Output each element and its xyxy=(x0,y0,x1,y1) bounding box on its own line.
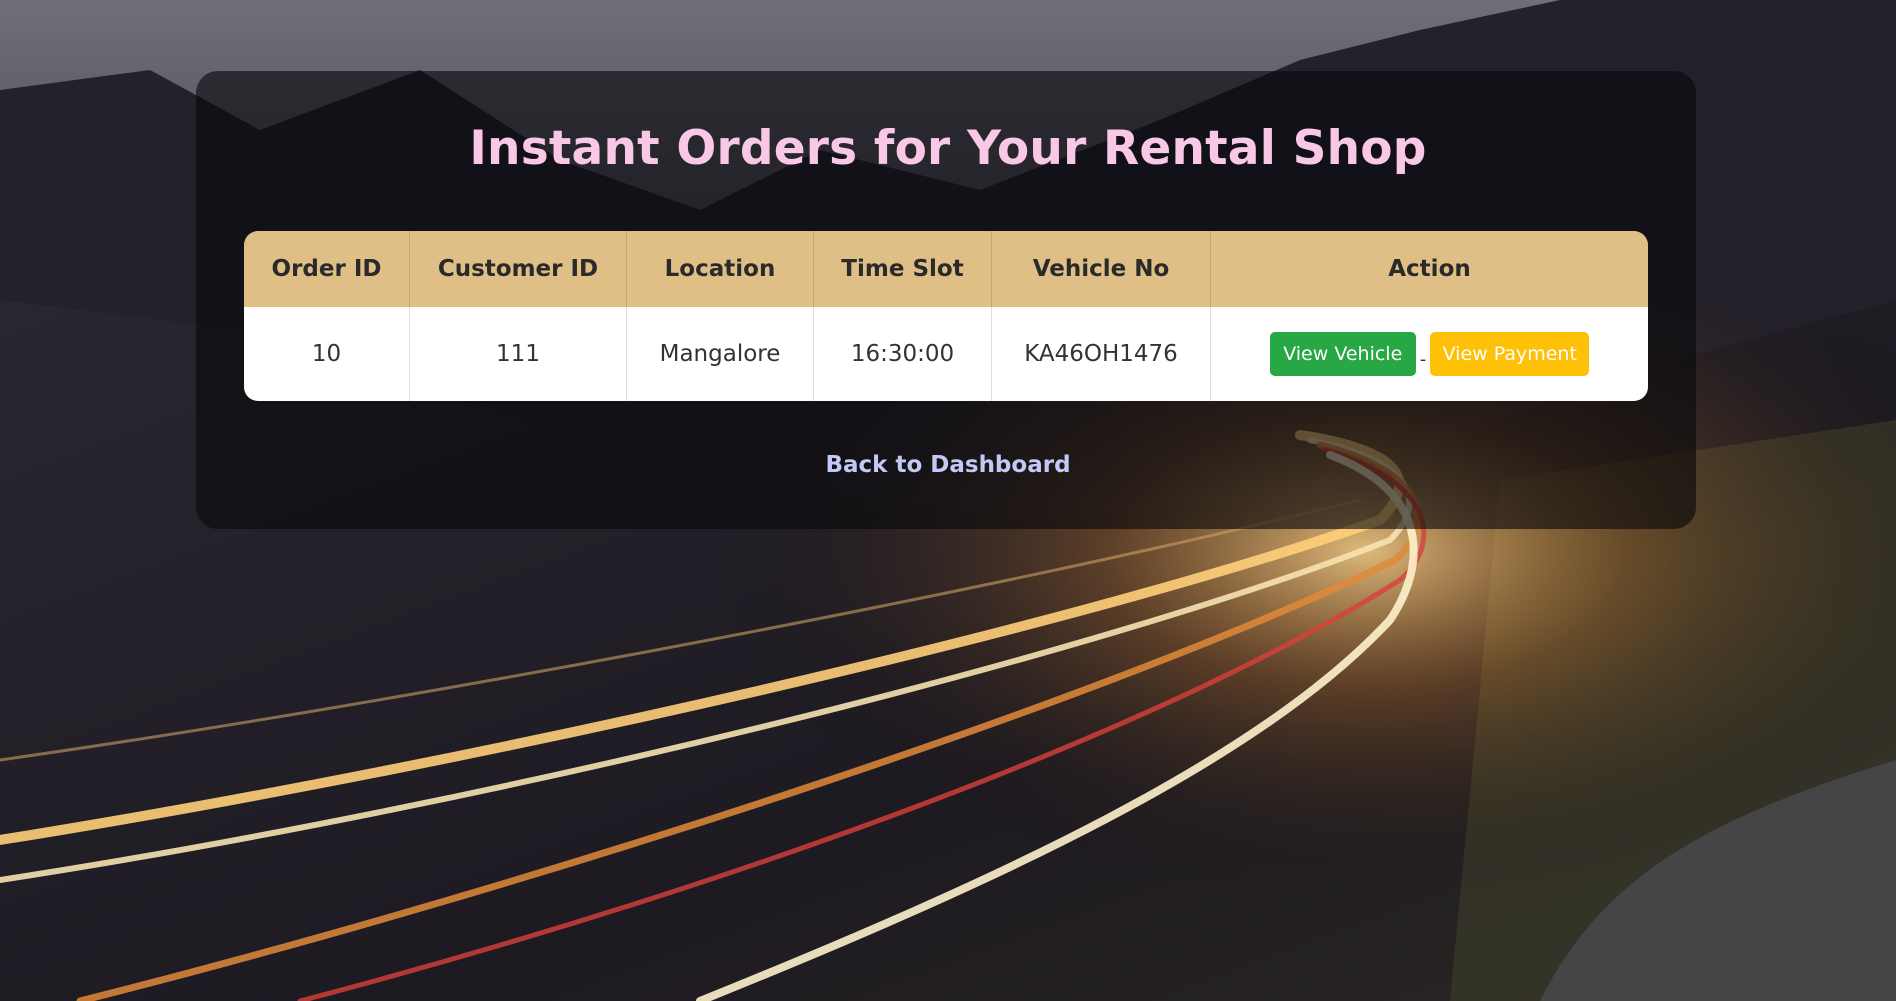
table-row: 10 111 Mangalore 16:30:00 KA46OH1476 Vie… xyxy=(244,307,1648,401)
cell-vehicle-no: KA46OH1476 xyxy=(992,307,1211,401)
header-vehicle-no: Vehicle No xyxy=(992,231,1211,307)
header-action: Action xyxy=(1211,231,1648,307)
back-to-dashboard-link[interactable]: Back to Dashboard xyxy=(825,452,1070,478)
orders-table: Order ID Customer ID Location Time Slot … xyxy=(244,231,1648,401)
page-title: Instant Orders for Your Rental Shop xyxy=(469,121,1427,176)
header-time-slot: Time Slot xyxy=(814,231,992,307)
cell-order-id: 10 xyxy=(244,307,410,401)
action-separator: - xyxy=(1419,348,1427,370)
back-to-dashboard-container: Back to Dashboard xyxy=(0,452,1896,478)
header-customer-id: Customer ID xyxy=(410,231,627,307)
cell-action: View Vehicle - View Payment xyxy=(1211,307,1648,401)
header-location: Location xyxy=(627,231,814,307)
cell-time-slot: 16:30:00 xyxy=(814,307,992,401)
view-vehicle-button[interactable]: View Vehicle xyxy=(1269,332,1416,376)
view-payment-button[interactable]: View Payment xyxy=(1430,332,1590,376)
cell-customer-id: 111 xyxy=(410,307,627,401)
table-header-row: Order ID Customer ID Location Time Slot … xyxy=(244,231,1648,307)
cell-location: Mangalore xyxy=(627,307,814,401)
header-order-id: Order ID xyxy=(244,231,410,307)
